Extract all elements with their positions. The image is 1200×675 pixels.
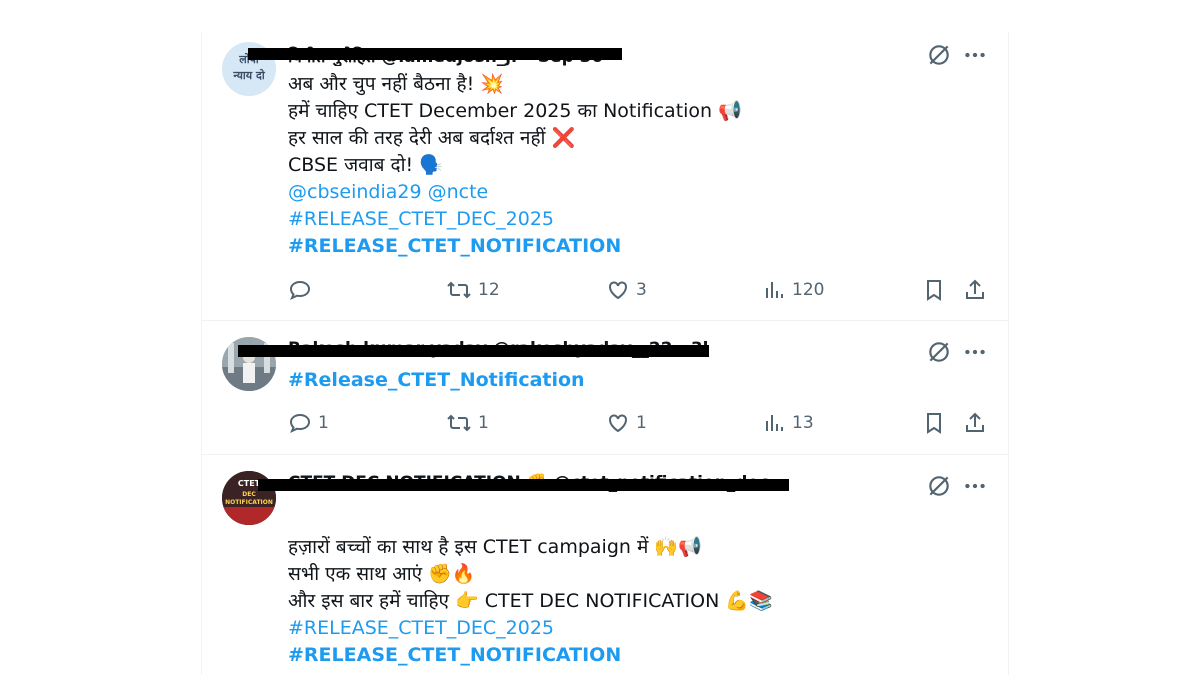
- like-icon: [606, 411, 630, 435]
- avatar-text: DEC NOTIFICATION: [225, 491, 273, 506]
- bookmark-icon: [922, 411, 946, 435]
- tweet-text-line: अब और चुप नहीं बैठना है! 💥: [288, 73, 504, 95]
- hashtag-link[interactable]: #RELEASE_CTET_DEC_2025: [288, 206, 554, 232]
- retweet-icon: [446, 278, 472, 302]
- retweet-count: 12: [478, 280, 500, 300]
- hashtag-link[interactable]: #Release_CTET_Notification: [288, 367, 585, 393]
- grok-icon[interactable]: [926, 42, 952, 68]
- reply-icon: [288, 278, 312, 302]
- timeline-feed: लोपी न्याय दो विनीत पुरोहित @lamedjosh_j…: [201, 32, 1009, 675]
- share-icon: [963, 411, 987, 435]
- tweet-text-line: CBSE जवाब दो! 🗣️: [288, 154, 443, 176]
- like-count: 1: [636, 413, 647, 433]
- hashtag-link[interactable]: #RELEASE_CTET_NOTIFICATION: [288, 233, 621, 259]
- views-icon: [764, 278, 786, 302]
- bookmark-icon: [922, 278, 946, 302]
- reply-button[interactable]: 1: [288, 410, 329, 436]
- reply-count: 1: [318, 413, 329, 433]
- tweet[interactable]: CTET DEC NOTIFICATION CTET DEC NOTIFICAT…: [202, 455, 1008, 675]
- reply-button[interactable]: [288, 277, 312, 303]
- grok-icon[interactable]: [926, 339, 952, 365]
- views-count: 13: [792, 413, 814, 433]
- tweet[interactable]: Rakesh kumar yadav @rakeshyadav__22 · 3h…: [202, 321, 1008, 455]
- bookmark-button[interactable]: [922, 277, 946, 303]
- like-button[interactable]: 3: [606, 277, 647, 303]
- mention-links[interactable]: @cbseindia29 @ncte: [288, 179, 488, 205]
- views-button[interactable]: 120: [764, 277, 824, 303]
- retweet-button[interactable]: 12: [446, 277, 500, 303]
- hashtag-link[interactable]: #RELEASE_CTET_DEC_2025: [288, 615, 554, 641]
- redaction-bar: [258, 479, 789, 491]
- reply-icon: [288, 411, 312, 435]
- more-icon[interactable]: [962, 339, 988, 365]
- like-button[interactable]: 1: [606, 410, 647, 436]
- views-count: 120: [792, 280, 825, 300]
- like-icon: [606, 278, 630, 302]
- tweet-text-line: सभी एक साथ आएं ✊🔥: [288, 563, 476, 585]
- retweet-icon: [446, 411, 472, 435]
- tweet[interactable]: लोपी न्याय दो विनीत पुरोहित @lamedjosh_j…: [202, 32, 1008, 321]
- more-icon[interactable]: [962, 42, 988, 68]
- views-button[interactable]: 13: [764, 410, 814, 436]
- redaction-bar: [238, 345, 709, 357]
- grok-icon[interactable]: [926, 473, 952, 499]
- tweet-text-line: और इस बार हमें चाहिए 👉 CTET DEC NOTIFICA…: [288, 590, 773, 612]
- share-icon: [963, 278, 987, 302]
- share-button[interactable]: [963, 410, 987, 436]
- views-icon: [764, 411, 786, 435]
- avatar-text: न्याय दो: [233, 69, 265, 82]
- bookmark-button[interactable]: [922, 410, 946, 436]
- hashtag-link[interactable]: #RELEASE_CTET_NOTIFICATION: [288, 642, 621, 668]
- retweet-button[interactable]: 1: [446, 410, 489, 436]
- redaction-bar: [248, 48, 622, 60]
- more-icon[interactable]: [962, 473, 988, 499]
- like-count: 3: [636, 280, 647, 300]
- retweet-count: 1: [478, 413, 489, 433]
- tweet-text-line: हर साल की तरह देरी अब बर्दाश्त नहीं ❌: [288, 127, 576, 149]
- tweet-text-line: हज़ारों बच्चों का साथ है इस CTET campaig…: [288, 536, 702, 558]
- share-button[interactable]: [963, 277, 987, 303]
- tweet-text-line: हमें चाहिए CTET December 2025 का Notific…: [288, 100, 742, 122]
